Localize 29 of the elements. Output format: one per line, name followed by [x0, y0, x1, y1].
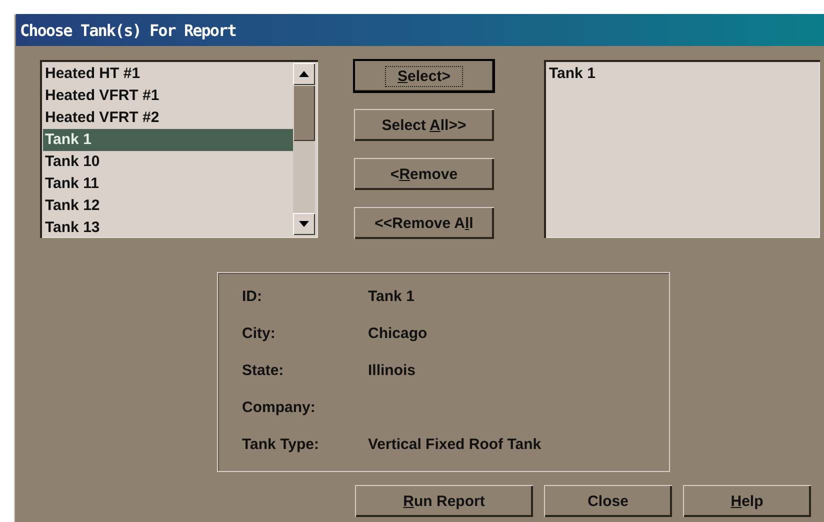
field-label: Company:	[242, 398, 316, 418]
window-title: Choose Tank(s) For Report	[20, 20, 236, 40]
list-item[interactable]: Tank 13	[43, 217, 293, 239]
scroll-thumb[interactable]	[293, 85, 315, 141]
list-item[interactable]: Heated VFRT #1	[43, 85, 293, 107]
dialog-button[interactable]: <Remove	[354, 158, 494, 190]
list-item[interactable]: Tank 11	[43, 173, 293, 195]
field-label: State:	[242, 361, 285, 381]
field-label: Tank Type:	[242, 435, 320, 455]
field-value: Vertical Fixed Roof Tank	[368, 435, 542, 455]
dialog-button[interactable]: Select All>>	[354, 109, 494, 141]
dialog-button[interactable]: Select>	[354, 60, 494, 92]
dialog-button[interactable]: Help	[683, 485, 811, 517]
dialog-button[interactable]: Close	[544, 485, 672, 517]
list-item[interactable]: Tank 1	[547, 63, 817, 85]
list-item[interactable]: Tank 12	[43, 195, 293, 217]
dialog-button[interactable]: <<Remove All	[354, 207, 494, 239]
dialog-button[interactable]: Run Report	[355, 485, 533, 517]
list-item[interactable]: Tank 1	[43, 129, 293, 151]
list-item[interactable]: Heated VFRT #2	[43, 107, 293, 129]
list-item[interactable]: Tank 10	[43, 151, 293, 173]
scroll-up-icon[interactable]	[293, 63, 315, 85]
scroll-down-icon[interactable]	[293, 213, 315, 235]
field-value: Chicago	[368, 324, 428, 344]
field-value: Tank 1	[368, 287, 416, 307]
list-item[interactable]: Heated HT #1	[43, 63, 293, 85]
field-label: City:	[242, 324, 276, 344]
field-value: Illinois	[368, 361, 417, 381]
field-label: ID:	[242, 287, 263, 307]
